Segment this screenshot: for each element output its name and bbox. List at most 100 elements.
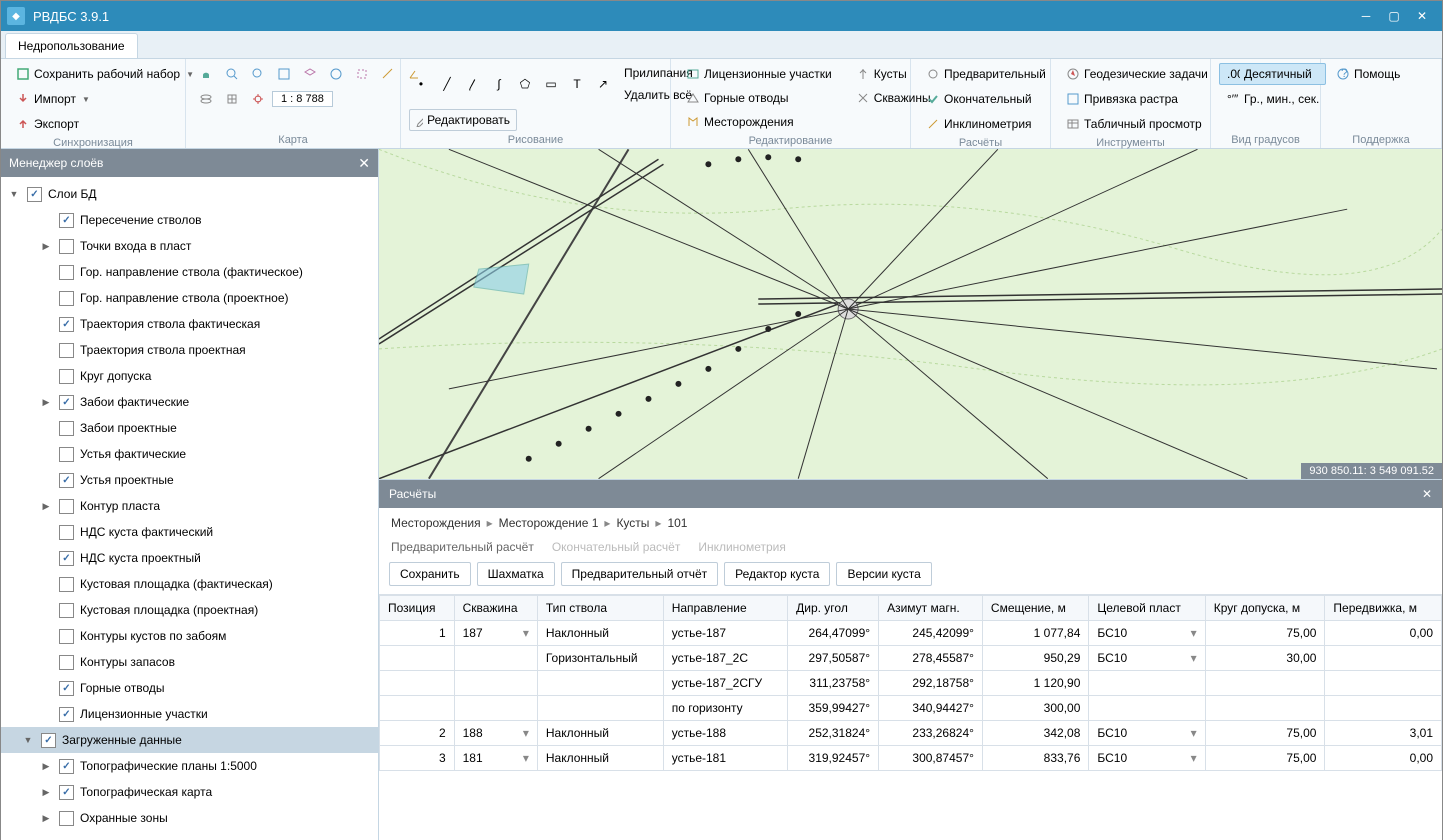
tree-item[interactable]: Пересечение стволов (1, 207, 378, 233)
checkbox[interactable] (59, 265, 74, 280)
edit-license-button[interactable]: Лицензионные участки (679, 63, 839, 85)
table-cell[interactable] (380, 671, 455, 696)
table-cell[interactable] (380, 646, 455, 671)
table-cell[interactable]: 278,45587° (879, 646, 983, 671)
table-cell[interactable]: 245,42099° (879, 621, 983, 646)
table-cell[interactable]: устье-187 (663, 621, 787, 646)
scale-display[interactable]: 1 : 8 788 (272, 91, 333, 107)
table-cell[interactable]: устье-188 (663, 721, 787, 746)
table-cell[interactable]: БС10▾ (1089, 621, 1205, 646)
expander-icon[interactable]: ▶ (39, 241, 53, 252)
table-cell[interactable]: 342,08 (982, 721, 1088, 746)
tree-item[interactable]: Кустовая площадка (фактическая) (1, 571, 378, 597)
layer-tree[interactable]: ▼ Слои БД Пересечение стволов▶Точки вход… (1, 177, 378, 840)
table-cell[interactable]: БС10▾ (1089, 646, 1205, 671)
column-header[interactable]: Передвижка, м (1325, 596, 1442, 621)
checkbox[interactable] (59, 213, 74, 228)
tree-item[interactable]: Кустовая площадка (проектная) (1, 597, 378, 623)
table-cell[interactable]: 264,47099° (788, 621, 879, 646)
tab-final[interactable]: Окончательный расчёт (552, 540, 681, 554)
tree-item[interactable]: ▶Забои фактические (1, 389, 378, 415)
table-cell[interactable]: 3,01 (1325, 721, 1442, 746)
table-cell[interactable]: 75,00 (1205, 746, 1325, 771)
import-button[interactable]: Импорт▼ (9, 88, 201, 110)
table-cell[interactable] (1089, 671, 1205, 696)
table-row[interactable]: по горизонту359,99427°340,94427°300,00 (380, 696, 1442, 721)
table-cell[interactable]: 252,31824° (788, 721, 879, 746)
tree-item[interactable]: Горные отводы (1, 675, 378, 701)
tab-preliminary[interactable]: Предварительный расчёт (391, 540, 534, 554)
tree-item[interactable]: Гор. направление ствола (фактическое) (1, 259, 378, 285)
column-header[interactable]: Скважина (454, 596, 537, 621)
checkbox[interactable] (59, 551, 74, 566)
draw-polygon-button[interactable]: ⬠ (513, 73, 537, 95)
table-cell[interactable]: 340,94427° (879, 696, 983, 721)
checkbox[interactable] (59, 499, 74, 514)
checkbox[interactable] (59, 603, 74, 618)
bush-versions-button[interactable]: Версии куста (836, 562, 931, 586)
edit-drawing-button[interactable]: Редактировать (409, 109, 517, 131)
table-row[interactable]: 2188▾Наклонныйустье-188252,31824°233,268… (380, 721, 1442, 746)
table-cell[interactable] (1205, 671, 1325, 696)
checkbox[interactable] (59, 473, 74, 488)
tree-item[interactable]: НДС куста фактический (1, 519, 378, 545)
checkbox[interactable] (59, 447, 74, 462)
table-row[interactable]: устье-187_2СГУ311,23758°292,18758°1 120,… (380, 671, 1442, 696)
close-window-button[interactable]: ✕ (1408, 6, 1436, 26)
table-cell[interactable]: 300,00 (982, 696, 1088, 721)
checkbox[interactable] (59, 577, 74, 592)
prev-extent-button[interactable] (194, 88, 218, 110)
column-header[interactable]: Направление (663, 596, 787, 621)
table-cell[interactable]: 833,76 (982, 746, 1088, 771)
table-cell[interactable]: по горизонту (663, 696, 787, 721)
tree-item[interactable]: Траектория ствола фактическая (1, 311, 378, 337)
table-cell[interactable]: 188▾ (454, 721, 537, 746)
table-cell[interactable] (1089, 696, 1205, 721)
tree-item[interactable]: Устья проектные (1, 467, 378, 493)
table-cell[interactable]: 0,00 (1325, 746, 1442, 771)
tree-item[interactable]: Контуры кустов по забоям (1, 623, 378, 649)
checkbox[interactable] (59, 525, 74, 540)
zoom-layer-button[interactable] (298, 63, 322, 85)
table-cell[interactable]: 297,50587° (788, 646, 879, 671)
table-cell[interactable]: 233,26824° (879, 721, 983, 746)
table-cell[interactable]: 0,00 (1325, 621, 1442, 646)
expander-icon[interactable]: ▶ (39, 761, 53, 772)
checkbox[interactable] (59, 369, 74, 384)
checkbox[interactable] (27, 187, 42, 202)
table-row[interactable]: 1187▾Наклонныйустье-187264,47099°245,420… (380, 621, 1442, 646)
chevron-down-icon[interactable]: ▾ (523, 726, 529, 740)
table-cell[interactable]: БС10▾ (1089, 746, 1205, 771)
chevron-down-icon[interactable]: ▾ (523, 626, 529, 640)
breadcrumb-item[interactable]: 101 (667, 516, 687, 530)
expander-icon[interactable]: ▶ (39, 501, 53, 512)
draw-point-button[interactable]: • (409, 73, 433, 95)
coord-button[interactable] (246, 88, 270, 110)
identify-button[interactable] (324, 63, 348, 85)
table-cell[interactable]: 1 120,90 (982, 671, 1088, 696)
tree-root[interactable]: ▼ Слои БД (1, 181, 378, 207)
table-cell[interactable]: устье-187_2С (663, 646, 787, 671)
column-header[interactable]: Целевой пласт (1089, 596, 1205, 621)
grid-button[interactable] (220, 88, 244, 110)
draw-line-button[interactable]: ╱ (435, 73, 459, 95)
tree-item[interactable]: Забои проектные (1, 415, 378, 441)
export-button[interactable]: Экспорт (9, 113, 201, 135)
breadcrumb-item[interactable]: Кусты (616, 516, 649, 530)
table-cell[interactable]: 75,00 (1205, 721, 1325, 746)
help-button[interactable]: ?Помощь (1329, 63, 1407, 85)
table-cell[interactable] (454, 696, 537, 721)
minimize-button[interactable]: ─ (1352, 6, 1380, 26)
decimal-button[interactable]: .00Десятичный (1219, 63, 1326, 85)
draw-curve-button[interactable]: ∫ (487, 73, 511, 95)
table-cell[interactable] (1325, 696, 1442, 721)
close-calc-button[interactable]: ✕ (1422, 487, 1432, 501)
checkbox[interactable] (41, 733, 56, 748)
table-cell[interactable]: 1 (380, 621, 455, 646)
chess-button[interactable]: Шахматка (477, 562, 555, 586)
table-cell[interactable]: 292,18758° (879, 671, 983, 696)
dms-button[interactable]: °′″Гр., мин., сек. (1219, 88, 1326, 110)
table-cell[interactable]: 950,29 (982, 646, 1088, 671)
table-cell[interactable] (454, 646, 537, 671)
map-canvas[interactable]: 930 850.11: 3 549 091.52 (379, 149, 1442, 479)
